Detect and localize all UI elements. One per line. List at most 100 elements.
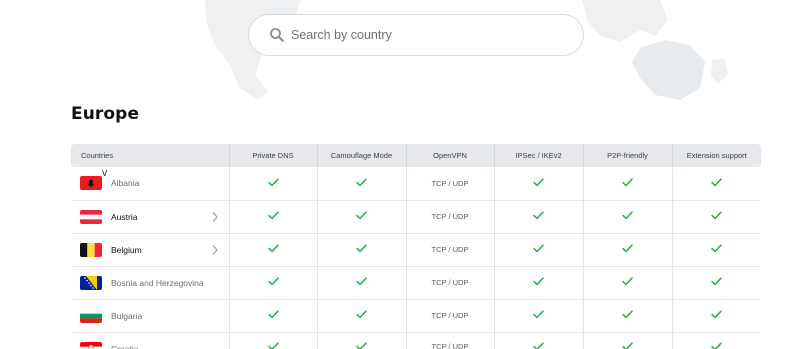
flag-belgium-icon (80, 242, 102, 257)
check-icon (711, 178, 722, 186)
country-name: Albania (111, 178, 140, 189)
table-header-row: Countries Private DNS Camouflage Mode Op… (71, 144, 761, 167)
check-icon (533, 310, 544, 319)
country-cell[interactable]: Belgium (71, 233, 229, 267)
ipsec-ikev2-cell (493, 332, 583, 349)
openvpn-cell: TCP / UDP (405, 332, 494, 349)
chevron-right-icon[interactable] (211, 211, 219, 223)
table-row[interactable]: Bosnia and Herzegovina TCP / UDP (71, 266, 761, 300)
table-row[interactable]: Austria TCP / UDP (71, 200, 761, 234)
check-icon (533, 277, 544, 286)
openvpn-protocols: TCP / UDP (431, 341, 469, 349)
table-row[interactable]: Belgium TCP / UDP (71, 233, 761, 267)
private-dns-cell (228, 332, 317, 349)
openvpn-cell: TCP / UDP (405, 167, 494, 201)
extension-support-cell (671, 200, 761, 234)
flag-bulgaria-icon (80, 308, 102, 323)
check-icon (356, 277, 367, 286)
country-cell[interactable]: Bulgaria (71, 299, 229, 333)
check-icon (267, 211, 279, 220)
private-dns-cell (228, 200, 317, 234)
flag-croatia-icon (80, 341, 102, 349)
search-bar[interactable] (248, 14, 584, 56)
camouflage-mode-cell (316, 332, 406, 349)
openvpn-cell: TCP / UDP (405, 233, 494, 267)
header-p2p-friendly: P2P-friendly (582, 144, 672, 167)
check-icon (622, 277, 633, 286)
check-icon (356, 341, 367, 349)
table-row[interactable]: Albania V TCP / UDP (71, 167, 761, 201)
openvpn-protocols: TCP / UDP (431, 311, 469, 320)
header-private-dns: Private DNS (228, 144, 317, 167)
check-icon (356, 310, 367, 319)
check-icon (711, 244, 722, 253)
extension-support-cell (671, 332, 761, 349)
private-dns-cell (228, 233, 317, 267)
check-icon (711, 277, 722, 286)
chevron-right-icon[interactable] (211, 244, 219, 256)
check-icon (267, 310, 279, 319)
country-cell[interactable]: Bosnia and Herzegovina (71, 266, 229, 300)
check-icon (622, 244, 633, 253)
extension-support-cell (671, 167, 761, 201)
region-title: Europe (71, 104, 140, 124)
extension-support-cell (671, 266, 761, 300)
camouflage-mode-cell (316, 299, 406, 333)
ipsec-ikev2-cell (493, 233, 583, 267)
search-input[interactable] (291, 15, 571, 55)
country-cell[interactable]: Albania V (71, 167, 229, 201)
search-icon (270, 28, 284, 42)
private-dns-cell (228, 299, 317, 333)
country-name: Croatia (111, 343, 139, 349)
server-table: Countries Private DNS Camouflage Mode Op… (71, 144, 761, 349)
flag-bosnia-icon (80, 275, 102, 290)
country-name: Austria (111, 211, 138, 222)
ipsec-ikev2-cell (493, 200, 583, 234)
header-camouflage-mode: Camouflage Mode (316, 144, 406, 167)
check-icon (267, 244, 279, 253)
openvpn-cell: TCP / UDP (405, 200, 494, 234)
ipsec-ikev2-cell (493, 266, 583, 300)
openvpn-protocols: TCP / UDP (431, 212, 469, 221)
country-name: Belgium (111, 244, 142, 255)
check-icon (533, 244, 544, 253)
cursor-mark: V (102, 169, 108, 178)
check-icon (622, 310, 633, 319)
flag-albania-icon (80, 176, 102, 191)
camouflage-mode-cell (316, 233, 406, 267)
country-cell[interactable]: Austria (71, 200, 229, 234)
check-icon (533, 341, 544, 349)
table-row[interactable]: Croatia TCP / UDP (71, 332, 761, 349)
openvpn-cell: TCP / UDP (405, 299, 494, 333)
check-icon (533, 178, 544, 186)
ipsec-ikev2-cell (493, 299, 583, 333)
camouflage-mode-cell (316, 167, 406, 201)
ipsec-ikev2-cell (493, 167, 583, 201)
camouflage-mode-cell (316, 200, 406, 234)
p2p-friendly-cell (582, 167, 672, 201)
private-dns-cell (228, 167, 317, 201)
country-cell[interactable]: Croatia (71, 332, 229, 349)
check-icon (356, 178, 367, 186)
openvpn-protocols: TCP / UDP (431, 278, 469, 287)
check-icon (711, 211, 722, 220)
p2p-friendly-cell (582, 233, 672, 267)
country-name: Bosnia and Herzegovina (111, 277, 204, 288)
p2p-friendly-cell (582, 200, 672, 234)
check-icon (622, 178, 633, 186)
header-countries: Countries (71, 144, 229, 167)
header-extension-support: Extension support (671, 144, 761, 167)
header-openvpn: OpenVPN (405, 144, 494, 167)
check-icon (622, 341, 633, 349)
p2p-friendly-cell (582, 299, 672, 333)
extension-support-cell (671, 299, 761, 333)
check-icon (267, 277, 279, 286)
check-icon (267, 178, 279, 186)
check-icon (533, 211, 544, 220)
camouflage-mode-cell (316, 266, 406, 300)
check-icon (356, 211, 367, 220)
openvpn-protocols: TCP / UDP (431, 245, 469, 254)
table-row[interactable]: Bulgaria TCP / UDP (71, 299, 761, 333)
check-icon (356, 244, 367, 253)
openvpn-cell: TCP / UDP (405, 266, 494, 300)
